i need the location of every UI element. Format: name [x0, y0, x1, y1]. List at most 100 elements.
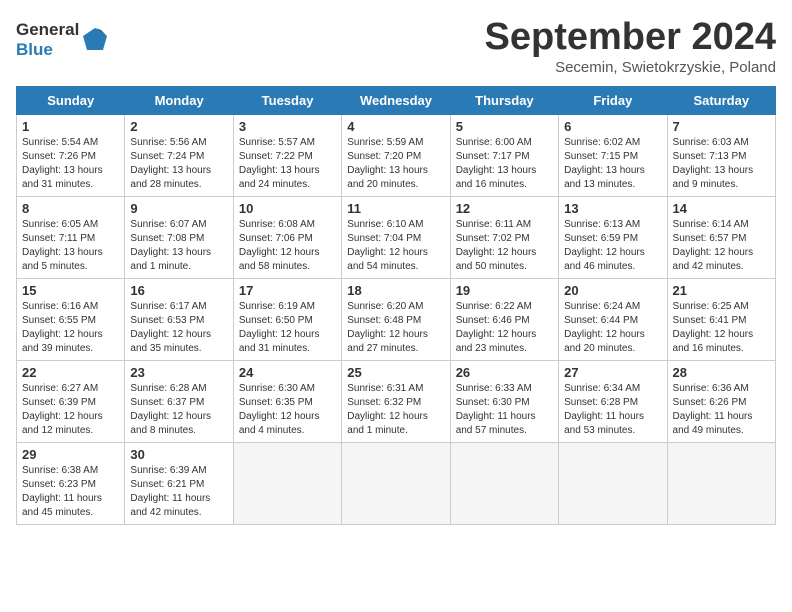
table-row: 13 Sunrise: 6:13 AMSunset: 6:59 PMDayligh…	[559, 197, 667, 279]
logo-line2: Blue	[16, 40, 79, 60]
day-number: 28	[673, 365, 770, 380]
day-number: 25	[347, 365, 444, 380]
day-info: Sunrise: 6:05 AMSunset: 7:11 PMDaylight:…	[22, 219, 103, 272]
day-info: Sunrise: 6:10 AMSunset: 7:04 PMDaylight:…	[347, 219, 428, 272]
day-info: Sunrise: 6:14 AMSunset: 6:57 PMDaylight:…	[673, 219, 754, 272]
day-info: Sunrise: 6:03 AMSunset: 7:13 PMDaylight:…	[673, 137, 754, 190]
table-row: 22Sunrise: 6:27 AMSunset: 6:39 PMDayligh…	[17, 361, 125, 443]
table-row: 26 Sunrise: 6:33 AMSunset: 6:30 PMDayligh…	[450, 361, 558, 443]
calendar-table: Sunday Monday Tuesday Wednesday Thursday…	[16, 86, 776, 525]
table-row: 16 Sunrise: 6:17 AMSunset: 6:53 PMDayligh…	[125, 279, 233, 361]
day-number: 19	[456, 283, 553, 298]
day-number: 27	[564, 365, 661, 380]
day-info: Sunrise: 6:20 AMSunset: 6:48 PMDaylight:…	[347, 301, 428, 354]
day-info: Sunrise: 6:16 AMSunset: 6:55 PMDaylight:…	[22, 301, 103, 354]
day-info: Sunrise: 6:22 AMSunset: 6:46 PMDaylight:…	[456, 301, 537, 354]
title-block: September 2024 Secemin, Swietokrzyskie, …	[485, 16, 777, 76]
header-wednesday: Wednesday	[342, 87, 450, 115]
table-row: 30Sunrise: 6:39 AMSunset: 6:21 PMDayligh…	[125, 443, 233, 525]
table-row: 20 Sunrise: 6:24 AMSunset: 6:44 PMDayligh…	[559, 279, 667, 361]
table-row	[233, 443, 341, 525]
day-info: Sunrise: 6:11 AMSunset: 7:02 PMDaylight:…	[456, 219, 537, 272]
day-info: Sunrise: 6:19 AMSunset: 6:50 PMDaylight:…	[239, 301, 320, 354]
table-row: 8 Sunrise: 6:05 AMSunset: 7:11 PMDaylight…	[17, 197, 125, 279]
day-number: 14	[673, 201, 770, 216]
day-info: Sunrise: 6:00 AMSunset: 7:17 PMDaylight:…	[456, 137, 537, 190]
table-row: 7 Sunrise: 6:03 AMSunset: 7:13 PMDaylight…	[667, 115, 775, 197]
table-row: 17 Sunrise: 6:19 AMSunset: 6:50 PMDayligh…	[233, 279, 341, 361]
day-number: 10	[239, 201, 336, 216]
table-row: 10 Sunrise: 6:08 AMSunset: 7:06 PMDayligh…	[233, 197, 341, 279]
table-row	[342, 443, 450, 525]
table-row: 19 Sunrise: 6:22 AMSunset: 6:46 PMDayligh…	[450, 279, 558, 361]
table-row: 29 Sunrise: 6:38 AMSunset: 6:23 PMDayligh…	[17, 443, 125, 525]
table-row: 9Sunrise: 6:07 AMSunset: 7:08 PMDaylight…	[125, 197, 233, 279]
calendar-week-row: 29 Sunrise: 6:38 AMSunset: 6:23 PMDayligh…	[17, 443, 776, 525]
day-number: 17	[239, 283, 336, 298]
day-number: 23	[130, 365, 227, 380]
calendar-week-row: 1Sunrise: 5:54 AMSunset: 7:26 PMDaylight…	[17, 115, 776, 197]
table-row: 27 Sunrise: 6:34 AMSunset: 6:28 PMDayligh…	[559, 361, 667, 443]
page-header: General Blue September 2024 Secemin, Swi…	[16, 16, 776, 76]
table-row: 18Sunrise: 6:20 AMSunset: 6:48 PMDayligh…	[342, 279, 450, 361]
day-info: Sunrise: 6:24 AMSunset: 6:44 PMDaylight:…	[564, 301, 645, 354]
day-info: Sunrise: 6:17 AMSunset: 6:53 PMDaylight:…	[130, 301, 211, 354]
day-number: 7	[673, 119, 770, 134]
day-info: Sunrise: 6:28 AMSunset: 6:37 PMDaylight:…	[130, 383, 211, 436]
day-info: Sunrise: 6:08 AMSunset: 7:06 PMDaylight:…	[239, 219, 320, 272]
day-number: 2	[130, 119, 227, 134]
day-info: Sunrise: 6:33 AMSunset: 6:30 PMDaylight:…	[456, 383, 536, 436]
table-row: 14 Sunrise: 6:14 AMSunset: 6:57 PMDayligh…	[667, 197, 775, 279]
table-row: 2 Sunrise: 5:56 AMSunset: 7:24 PMDaylight…	[125, 115, 233, 197]
day-number: 20	[564, 283, 661, 298]
day-info: Sunrise: 5:57 AMSunset: 7:22 PMDaylight:…	[239, 137, 320, 190]
table-row: 1Sunrise: 5:54 AMSunset: 7:26 PMDaylight…	[17, 115, 125, 197]
day-number: 6	[564, 119, 661, 134]
weekday-header-row: Sunday Monday Tuesday Wednesday Thursday…	[17, 87, 776, 115]
table-row: 15 Sunrise: 6:16 AMSunset: 6:55 PMDayligh…	[17, 279, 125, 361]
table-row: 21 Sunrise: 6:25 AMSunset: 6:41 PMDayligh…	[667, 279, 775, 361]
day-number: 16	[130, 283, 227, 298]
table-row	[559, 443, 667, 525]
calendar-week-row: 22Sunrise: 6:27 AMSunset: 6:39 PMDayligh…	[17, 361, 776, 443]
day-number: 24	[239, 365, 336, 380]
table-row: 6Sunrise: 6:02 AMSunset: 7:15 PMDaylight…	[559, 115, 667, 197]
day-number: 11	[347, 201, 444, 216]
day-number: 21	[673, 283, 770, 298]
header-sunday: Sunday	[17, 87, 125, 115]
day-info: Sunrise: 5:56 AMSunset: 7:24 PMDaylight:…	[130, 137, 211, 190]
table-row	[450, 443, 558, 525]
table-row: 25 Sunrise: 6:31 AMSunset: 6:32 PMDayligh…	[342, 361, 450, 443]
header-friday: Friday	[559, 87, 667, 115]
day-number: 8	[22, 201, 119, 216]
table-row: 28 Sunrise: 6:36 AMSunset: 6:26 PMDayligh…	[667, 361, 775, 443]
table-row: 23 Sunrise: 6:28 AMSunset: 6:37 PMDayligh…	[125, 361, 233, 443]
logo: General Blue	[16, 20, 109, 59]
table-row: 24 Sunrise: 6:30 AMSunset: 6:35 PMDayligh…	[233, 361, 341, 443]
table-row: 11 Sunrise: 6:10 AMSunset: 7:04 PMDayligh…	[342, 197, 450, 279]
day-number: 26	[456, 365, 553, 380]
location: Secemin, Swietokrzyskie, Poland	[485, 59, 777, 76]
table-row: 12Sunrise: 6:11 AMSunset: 7:02 PMDayligh…	[450, 197, 558, 279]
day-number: 1	[22, 119, 119, 134]
day-info: Sunrise: 6:31 AMSunset: 6:32 PMDaylight:…	[347, 383, 428, 436]
table-row	[667, 443, 775, 525]
day-number: 29	[22, 447, 119, 462]
day-info: Sunrise: 6:13 AMSunset: 6:59 PMDaylight:…	[564, 219, 645, 272]
month-title: September 2024	[485, 16, 777, 59]
day-number: 22	[22, 365, 119, 380]
header-monday: Monday	[125, 87, 233, 115]
day-info: Sunrise: 6:38 AMSunset: 6:23 PMDaylight:…	[22, 465, 102, 518]
day-info: Sunrise: 6:30 AMSunset: 6:35 PMDaylight:…	[239, 383, 320, 436]
day-info: Sunrise: 6:36 AMSunset: 6:26 PMDaylight:…	[673, 383, 753, 436]
day-info: Sunrise: 6:07 AMSunset: 7:08 PMDaylight:…	[130, 219, 211, 272]
day-info: Sunrise: 6:34 AMSunset: 6:28 PMDaylight:…	[564, 383, 644, 436]
day-info: Sunrise: 6:39 AMSunset: 6:21 PMDaylight:…	[130, 465, 210, 518]
day-number: 15	[22, 283, 119, 298]
day-number: 13	[564, 201, 661, 216]
calendar-week-row: 8 Sunrise: 6:05 AMSunset: 7:11 PMDaylight…	[17, 197, 776, 279]
day-info: Sunrise: 6:25 AMSunset: 6:41 PMDaylight:…	[673, 301, 754, 354]
header-tuesday: Tuesday	[233, 87, 341, 115]
logo-icon	[81, 26, 109, 54]
header-thursday: Thursday	[450, 87, 558, 115]
